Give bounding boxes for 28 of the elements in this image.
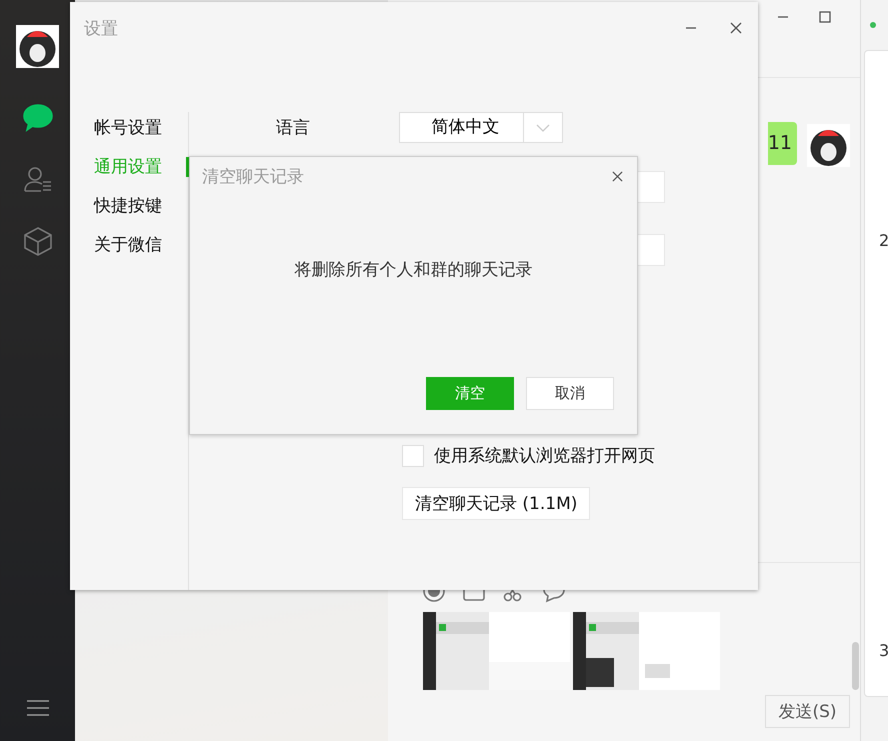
close-icon[interactable] (730, 22, 742, 34)
settings-nav-item[interactable]: 帐号设置 (94, 118, 189, 138)
language-label: 语言 (276, 117, 310, 139)
avatar-icon (807, 124, 850, 167)
clear-history-button[interactable]: 清空聊天记录 (1.1M) (402, 487, 590, 520)
settings-nav-item[interactable]: 关于微信 (94, 235, 189, 255)
window-title: 设置 (84, 18, 118, 40)
row-label: 2 (879, 231, 888, 250)
contacts-icon[interactable] (22, 164, 52, 194)
cube-icon[interactable] (22, 226, 52, 256)
dialog-message: 将删除所有个人和群的聊天记录 (294, 259, 534, 281)
message-bubble: 11 (768, 122, 797, 165)
row-label: 3 (879, 641, 888, 660)
cancel-button[interactable]: 取消 (526, 377, 614, 410)
checkbox[interactable] (402, 444, 424, 466)
scrollbar[interactable] (852, 642, 859, 690)
status-dot-icon (870, 22, 876, 28)
send-button[interactable]: 发送(S) (765, 695, 850, 728)
maximize-icon[interactable] (819, 11, 831, 23)
close-icon[interactable] (612, 171, 623, 182)
menu-icon[interactable] (26, 699, 48, 717)
language-dropdown[interactable]: 简体中文 (399, 112, 563, 143)
chevron-down-icon (536, 124, 550, 132)
dialog-title: 清空聊天记录 (202, 166, 304, 188)
avatar-icon[interactable] (16, 25, 59, 68)
settings-nav-item[interactable]: 快捷按键 (94, 196, 189, 216)
chat-icon[interactable] (22, 102, 52, 132)
checkbox-label: 使用系统默认浏览器打开网页 (434, 445, 655, 467)
